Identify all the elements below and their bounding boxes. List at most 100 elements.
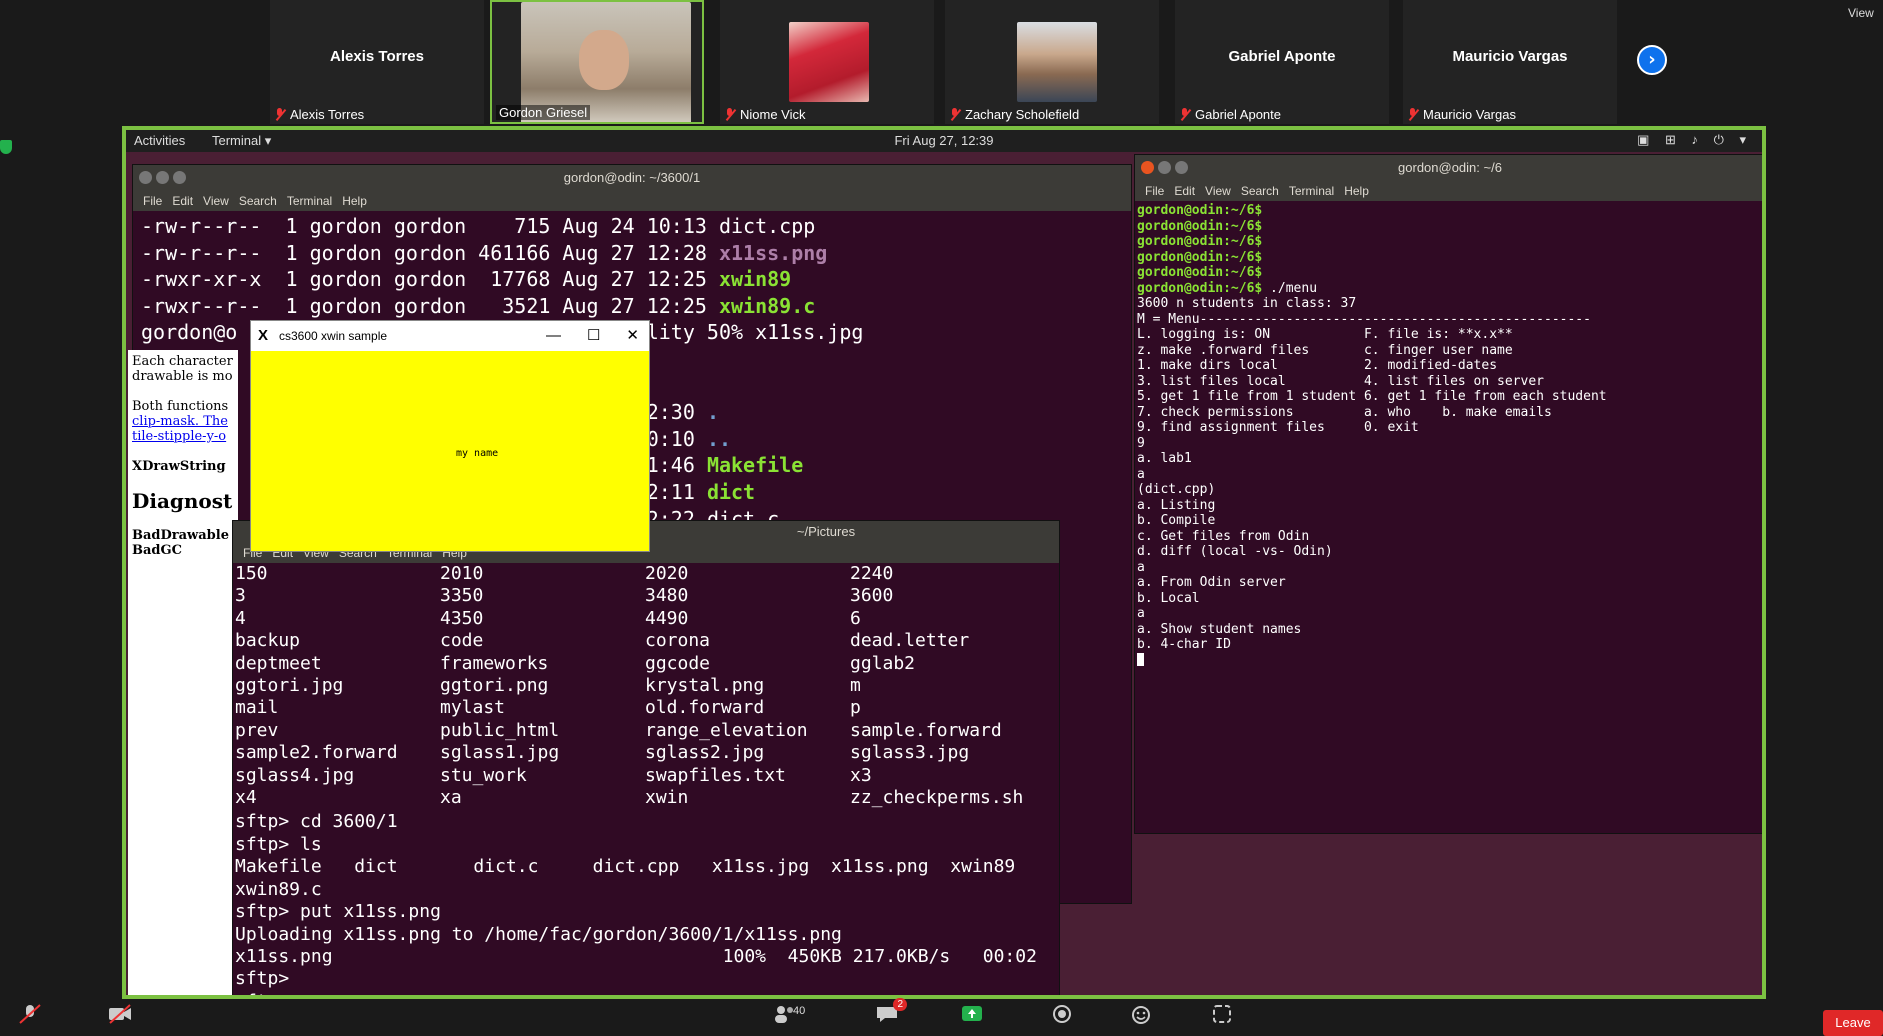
shell-prompt: gordon@odin:~/6$ — [1137, 265, 1263, 280]
menu-item-help[interactable]: Help — [1344, 184, 1369, 198]
unmute-button[interactable] — [18, 1004, 42, 1024]
participant-label: Alexis Torres — [274, 107, 364, 122]
chat-icon: 2 — [875, 998, 907, 1024]
terminal-line: 3. list files local 4. list files on ser… — [1137, 374, 1762, 390]
terminal-line: gordon@odin:~/6$ — [1137, 265, 1762, 281]
window-title: cs3600 xwin sample — [279, 329, 388, 343]
terminal-line: a. From Odin server — [1137, 575, 1762, 591]
clock[interactable]: Fri Aug 27, 12:39 — [126, 133, 1762, 148]
line-text: c. Get files from Odin — [1137, 528, 1310, 544]
menu-item-terminal[interactable]: Terminal — [1289, 184, 1334, 198]
close-icon[interactable] — [1141, 161, 1154, 174]
terminal-line: a — [1137, 560, 1762, 576]
menu-item-edit[interactable]: Edit — [172, 194, 193, 208]
terminal-output[interactable]: gordon@odin:~/6$ gordon@odin:~/6$ gordon@o… — [1135, 201, 1762, 672]
participant-tile-alexis-torres[interactable]: Alexis Torres Alexis Torres — [270, 0, 484, 124]
terminal-window-menu[interactable]: gordon@odin: ~/6 File Edit View Search Termi… — [1134, 154, 1762, 834]
menu-item-terminal[interactable]: Terminal — [287, 194, 332, 208]
record-button[interactable] — [1050, 1004, 1074, 1024]
menu-item-view[interactable]: View — [1205, 184, 1231, 198]
window-titlebar[interactable]: X cs3600 xwin sample — ☐ ✕ — [251, 321, 649, 351]
line-text: 1. make dirs local 2. modified-dates — [1137, 358, 1498, 373]
terminal-line: a — [1137, 467, 1762, 483]
window-controls — [1141, 161, 1188, 174]
participant-tile-zachary-scholefield[interactable]: Zachary Scholefield — [945, 0, 1159, 124]
close-icon[interactable]: ✕ — [626, 321, 639, 351]
participant-label: Zachary Scholefield — [949, 107, 1079, 122]
list-item: corona — [645, 630, 711, 652]
list-item: 3 — [235, 585, 246, 607]
list-item: zz_checkperms.sh — [850, 787, 1024, 809]
terminal-line: -rwxr--r-- 1 gordon gordon 3521 Aug 27 1… — [141, 293, 1123, 320]
xwin-canvas[interactable]: my name — [251, 351, 649, 551]
muted-mic-icon — [18, 1004, 42, 1024]
chat-button[interactable]: 2 — [875, 998, 907, 1024]
participant-tile-gabriel-aponte[interactable]: Gabriel Aponte Gabriel Aponte — [1175, 0, 1389, 124]
window-title: gordon@odin: ~/6 — [1398, 160, 1502, 175]
participant-tile-niome-vick[interactable]: Niome Vick — [720, 0, 934, 124]
close-icon[interactable] — [173, 171, 186, 184]
window-titlebar[interactable]: gordon@odin: ~/6 — [1135, 155, 1762, 181]
chevron-right-icon[interactable]: › — [1637, 45, 1667, 75]
doc-line: BadGC — [132, 543, 182, 558]
menu-item-view[interactable]: View — [203, 194, 229, 208]
participant-video — [789, 22, 869, 102]
list-item: dead.letter — [850, 630, 970, 652]
view-button[interactable]: View — [1848, 6, 1874, 20]
menu-item-search[interactable]: Search — [1241, 184, 1279, 198]
participants-button[interactable]: 40 — [765, 1004, 805, 1024]
line-prefix: -rwxr-xr-x 1 gordon gordon 17768 Aug 27 … — [141, 267, 719, 292]
xwin-sample-window[interactable]: X cs3600 xwin sample — ☐ ✕ my name — [250, 320, 650, 552]
window-title: gordon@odin: ~/3600/1 — [563, 170, 701, 185]
terminal-output[interactable]: sftp> cd 3600/1 sftp> ls Makefile dict dic… — [233, 809, 1059, 995]
maximize-icon[interactable] — [156, 171, 169, 184]
file-name: xwin89 — [718, 267, 792, 292]
menu-item-edit[interactable]: Edit — [1174, 184, 1195, 198]
participant-tile-gordon-griesel[interactable]: Gordon Griesel — [490, 0, 704, 124]
list-item: code — [440, 630, 484, 652]
minimize-icon[interactable]: — — [546, 321, 561, 351]
start-video-button[interactable] — [108, 1004, 132, 1024]
menu-item-file[interactable]: File — [1145, 184, 1164, 198]
list-item: 2010 — [440, 563, 484, 584]
list-item: sglass3.jpg — [850, 742, 970, 764]
terminal-line: x11ss.png 100% 450KB 217.0KB/s 00:02 — [235, 946, 1057, 968]
maximize-icon[interactable]: ☐ — [587, 321, 600, 351]
list-item: deptmeet — [235, 652, 322, 674]
line-text: 9. find assignment files 0. exit — [1137, 420, 1419, 435]
list-item: mail — [235, 697, 279, 719]
doc-line — [132, 444, 234, 459]
menu-item-search[interactable]: Search — [239, 194, 277, 208]
apps-button[interactable] — [1210, 1004, 1234, 1024]
participants-icon: 40 — [765, 1004, 805, 1024]
maximize-icon[interactable] — [1175, 161, 1188, 174]
terminal-window-sftp[interactable]: ~/Pictures File Edit View Search Terminal Hel… — [232, 520, 1060, 995]
share-screen-button[interactable] — [960, 1004, 984, 1024]
participant-label: Mauricio Vargas — [1407, 107, 1516, 122]
shell-prompt: gordon@odin:~/6$ — [1137, 280, 1263, 296]
line-text: z. make .forward files c. finger user na… — [1137, 342, 1513, 358]
line-text: sftp> — [235, 968, 290, 990]
participant-tile-mauricio-vargas[interactable]: Mauricio Vargas Mauricio Vargas — [1403, 0, 1617, 124]
gnome-topbar: Activities Terminal ▾ Fri Aug 27, 12:39 … — [126, 130, 1762, 152]
participant-count: 40 — [793, 1005, 806, 1017]
minimize-icon[interactable] — [1158, 161, 1171, 174]
file-name: .. — [706, 426, 732, 451]
line-text: xwin89.c — [235, 878, 322, 900]
list-item: sglass4.jpg — [235, 764, 355, 786]
terminal-line: gordon@odin:~/6$ — [1137, 234, 1762, 250]
window-titlebar[interactable]: gordon@odin: ~/3600/1 — [133, 165, 1131, 191]
terminal-line: a. Show student names — [1137, 622, 1762, 638]
system-tray-icons[interactable]: ▣ ⊞ ♪ ⏻ ▾ — [1637, 132, 1752, 148]
menu-item-file[interactable]: File — [143, 194, 162, 208]
menu-item-help[interactable]: Help — [342, 194, 367, 208]
leave-button[interactable]: Leave — [1823, 1010, 1883, 1036]
doc-line — [132, 384, 234, 399]
line-text: sftp> cd 3600/1 — [235, 811, 398, 833]
minimize-icon[interactable] — [139, 171, 152, 184]
terminal-line: 9. find assignment files 0. exit — [1137, 420, 1762, 436]
list-item: 3480 — [645, 585, 689, 607]
record-icon — [1050, 1004, 1074, 1024]
chat-badge: 2 — [893, 998, 907, 1011]
reactions-button[interactable] — [1130, 1004, 1154, 1024]
